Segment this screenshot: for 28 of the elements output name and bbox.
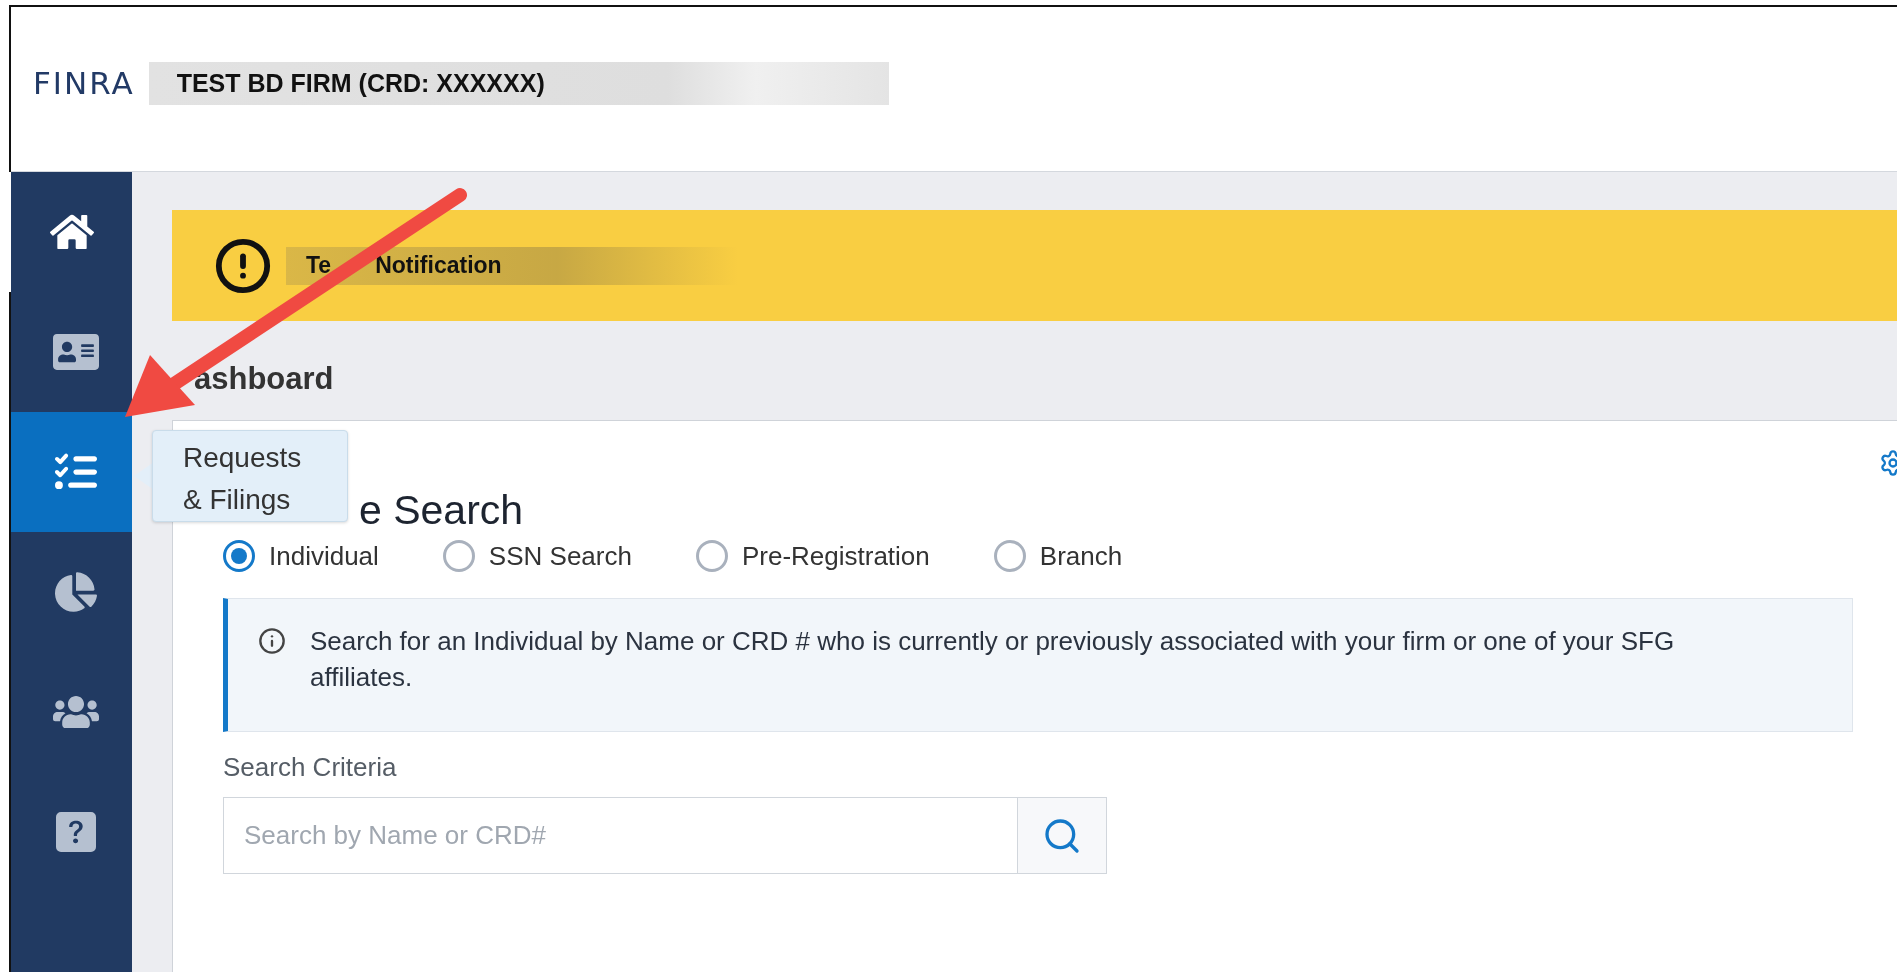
search-field[interactable]: Search by Name or CRD# [223,797,1017,874]
notification-text: Notification [375,252,502,279]
firm-name: TEST BD FIRM (CRD: XXXXXX) [176,68,545,98]
radio-option[interactable]: Individual [223,540,379,572]
alert-icon [214,236,272,295]
radio-option[interactable]: Branch [993,540,1123,572]
tooltip: Requests & Filings [152,430,348,522]
radio-button[interactable] [223,540,255,572]
info-text: Search for an Individual by Name or CRD # who is currently or previously associated with your firm or one of your SFG affiliates. [310,625,1676,694]
sidebar-item[interactable] [11,412,132,532]
help-icon [55,812,96,852]
radio-button[interactable] [442,540,475,572]
info-icon [258,627,286,655]
section-title: e Search [359,487,525,534]
radio-button[interactable] [993,540,1026,572]
radio-label: SSN Search [488,540,632,572]
radio-button[interactable] [695,540,728,572]
radio-label: Individual [269,540,379,572]
page-title: ashboard [194,361,335,397]
radio-label: Branch [1039,540,1123,572]
pie-chart-icon [54,571,97,613]
field-label: Search Criteria [223,752,398,783]
search-button[interactable] [1017,797,1107,874]
radio-label: Pre-Registration [741,540,930,572]
radio-option[interactable]: SSN Search [442,540,632,572]
logo: FINRA [33,65,135,101]
radio-option[interactable]: Pre-Registration [695,540,930,572]
notification-text: Te [306,252,332,279]
